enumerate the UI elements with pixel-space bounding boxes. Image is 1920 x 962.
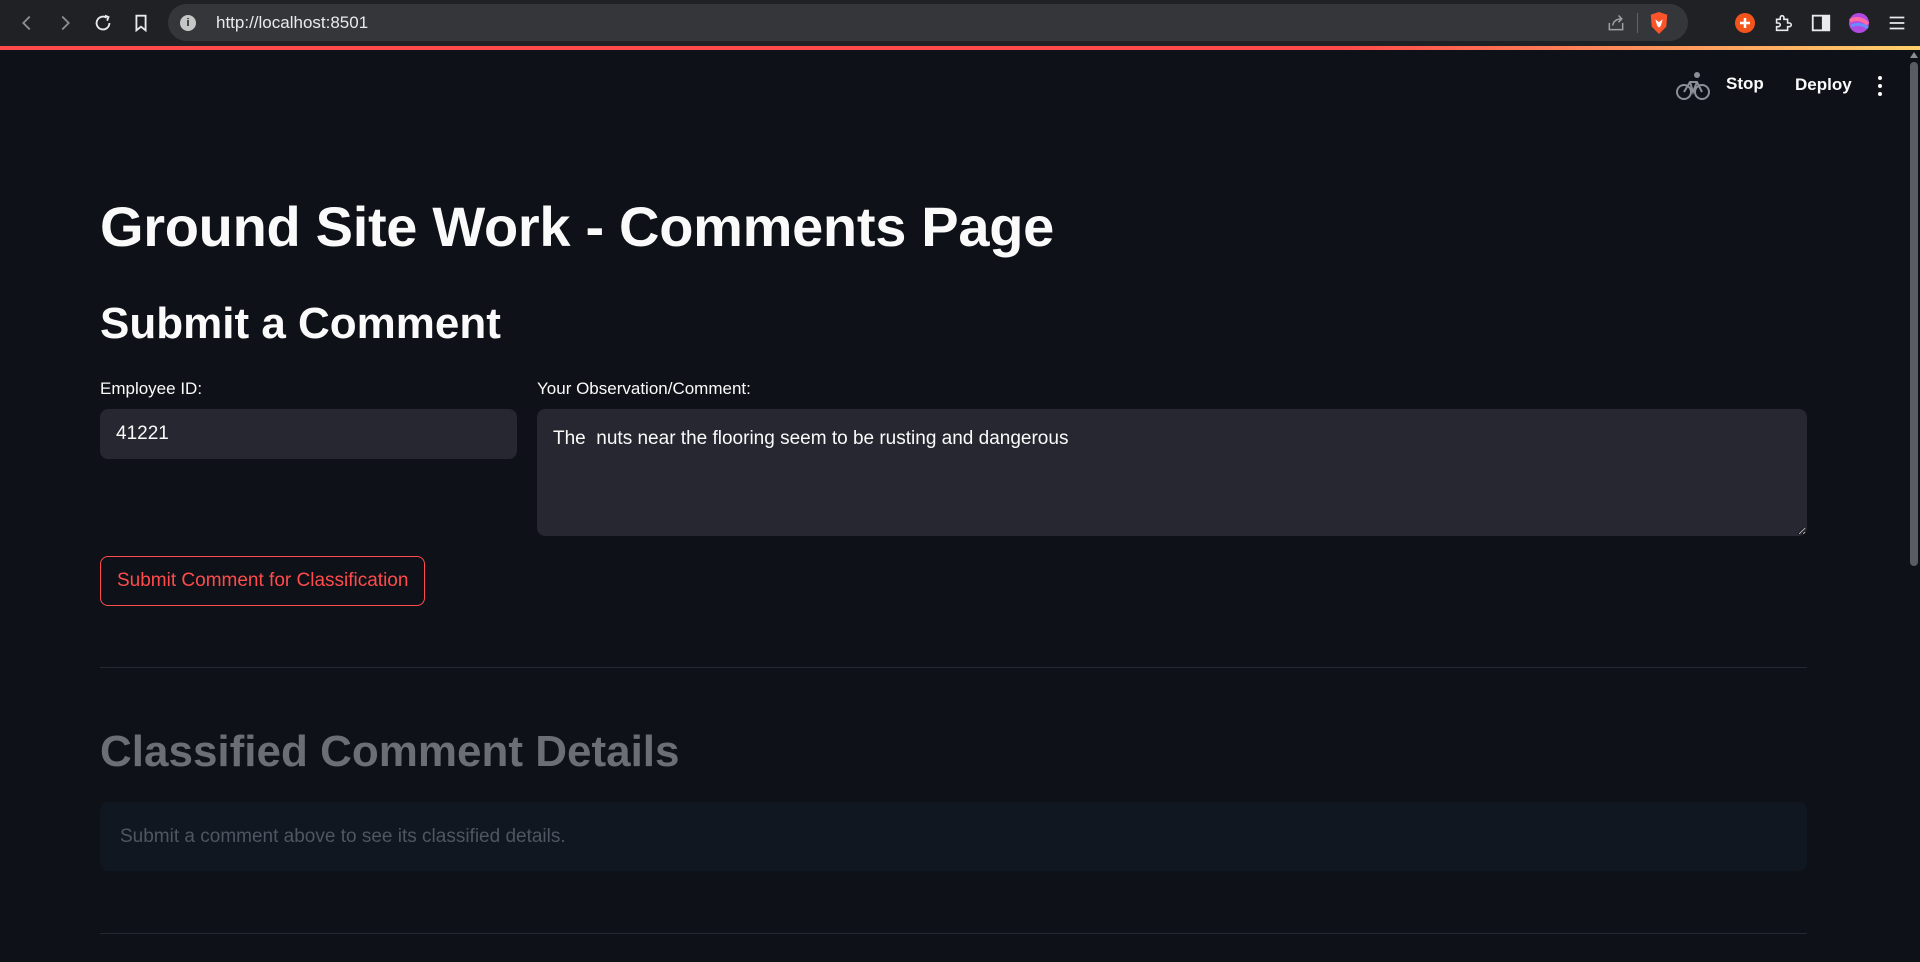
profile-avatar[interactable] [1840,0,1878,46]
divider [100,933,1807,934]
page-scrollbar[interactable] [1908,50,1920,962]
submit-comment-button[interactable]: Submit Comment for Classification [100,556,426,606]
extensions-area [1726,0,1920,46]
scrollbar-thumb[interactable] [1910,62,1918,566]
brave-shield-icon[interactable] [1648,11,1670,35]
scroll-up-icon[interactable] [1910,52,1918,58]
main-menu-icon[interactable] [1872,76,1888,96]
deploy-button[interactable]: Deploy [1795,75,1852,95]
address-separator [1637,13,1638,33]
stop-button[interactable]: Stop [1726,74,1764,94]
sidebar-toggle-icon[interactable] [1802,0,1840,46]
page-title: Ground Site Work - Comments Page [100,195,1054,258]
extensions-icon[interactable] [1764,0,1802,46]
browser-toolbar: i http://localhost:8501 [0,0,1920,46]
employee-id-input[interactable] [100,409,517,459]
site-info-icon[interactable]: i [180,14,196,31]
share-icon[interactable] [1606,13,1626,33]
back-icon[interactable] [8,0,46,46]
decoration-gradient-bar [0,46,1920,50]
section-title-submit: Submit a Comment [100,299,501,348]
info-message: Submit a comment above to see its classi… [120,825,566,847]
browser-menu-icon[interactable] [1878,0,1916,46]
comment-label: Your Observation/Comment: [537,379,751,398]
running-bicycle-icon [1676,72,1710,100]
forward-icon[interactable] [46,0,84,46]
divider [100,667,1807,668]
comment-textarea[interactable]: The nuts near the flooring seem to be ru… [537,409,1807,536]
info-alert: Submit a comment above to see its classi… [100,802,1807,871]
bookmark-icon[interactable] [122,0,160,46]
employee-id-label: Employee ID: [100,379,203,398]
reload-icon[interactable] [84,0,122,46]
brave-rewards-icon[interactable] [1726,0,1764,46]
address-bar[interactable]: i http://localhost:8501 [168,4,1688,41]
classified-details-title: Classified Comment Details [100,727,680,776]
address-url[interactable]: http://localhost:8501 [216,13,368,33]
